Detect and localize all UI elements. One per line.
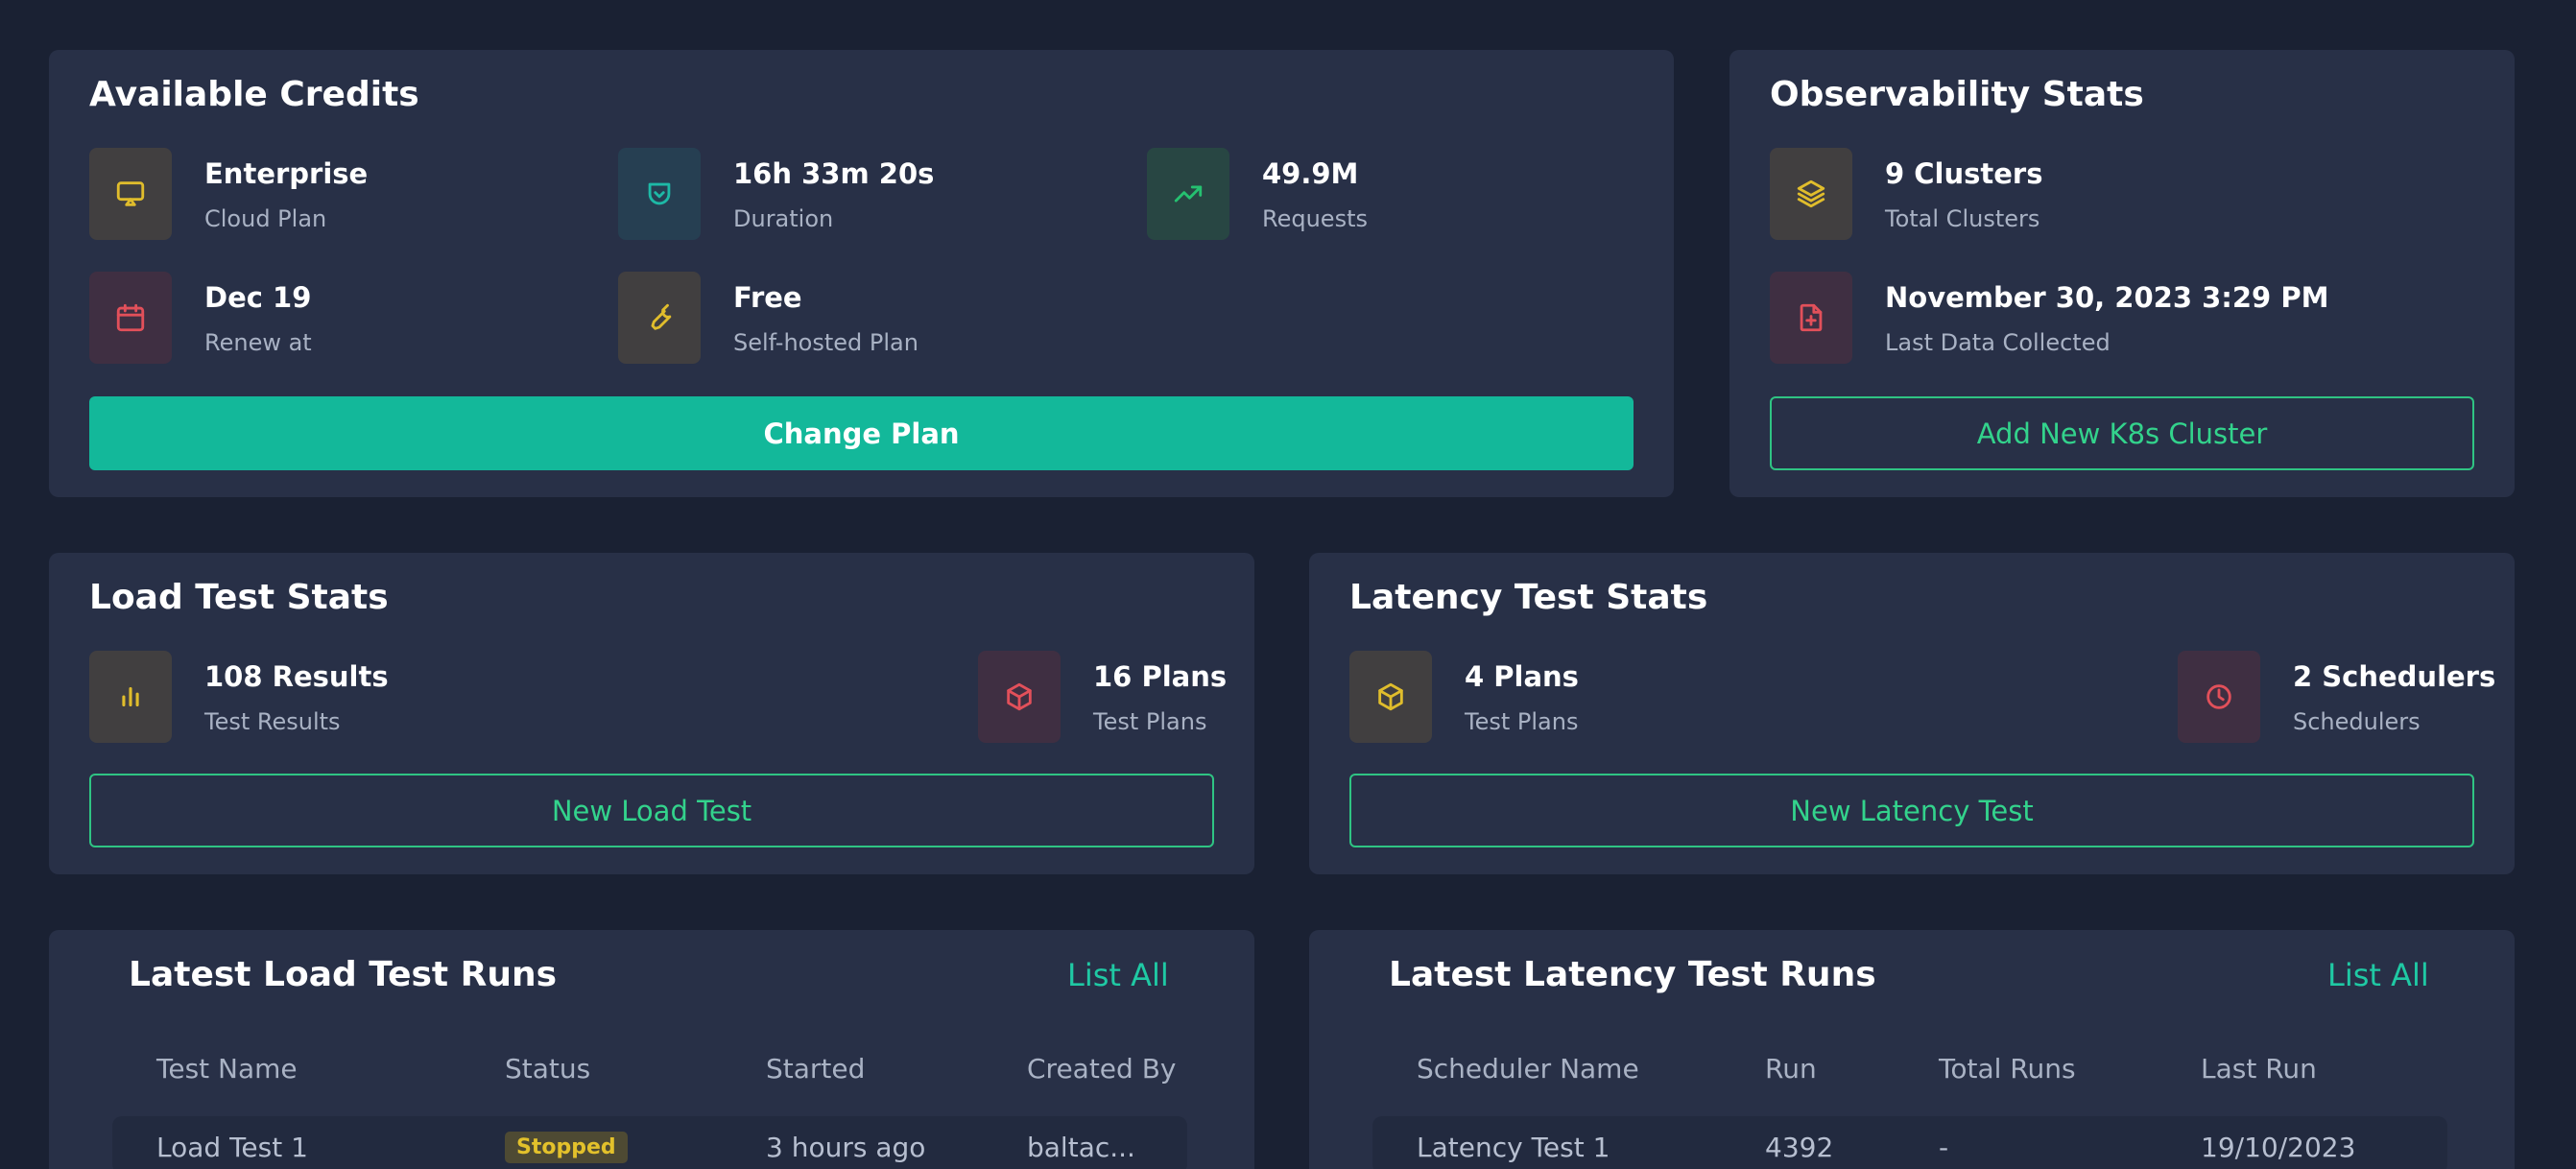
file-plus-icon <box>1770 272 1852 364</box>
column-header-run[interactable]: Run <box>1765 1053 1817 1085</box>
new-latency-test-button[interactable]: New Latency Test <box>1349 774 2474 847</box>
stat-value: 108 Results <box>204 660 389 693</box>
stat-label: Total Clusters <box>1885 205 2040 232</box>
layers-icon <box>1770 148 1852 240</box>
bar-chart-icon <box>89 651 172 743</box>
monitor-icon <box>89 148 172 240</box>
card-title: Available Credits <box>89 75 419 114</box>
stat-value: 9 Clusters <box>1885 157 2043 190</box>
stat-label: Test Plans <box>1093 708 1207 735</box>
cell-scheduler-name: Latency Test 1 <box>1417 1132 1610 1163</box>
cell-started: 3 hours ago <box>766 1132 926 1163</box>
shield-check-icon <box>618 148 701 240</box>
latest-load-test-runs-card: Latest Load Test Runs List All Test Name… <box>49 930 1254 1169</box>
clock-icon <box>2178 651 2260 743</box>
latest-latency-test-runs-card: Latest Latency Test Runs List All Schedu… <box>1309 930 2515 1169</box>
card-title: Latest Load Test Runs <box>129 955 558 994</box>
stat-value: 16h 33m 20s <box>733 157 935 190</box>
column-header-started[interactable]: Started <box>766 1053 865 1085</box>
observability-stats-card: Observability Stats 9 Clusters Total Clu… <box>1729 50 2515 497</box>
stat-test-plans: 4 Plans Test Plans <box>1349 651 1579 743</box>
stat-label: Renew at <box>204 329 312 356</box>
stat-self-hosted-plan: Free Self-hosted Plan <box>618 272 918 364</box>
list-all-link[interactable]: List All <box>1067 957 1169 993</box>
stat-value: Free <box>733 281 802 314</box>
stat-cloud-plan: Enterprise Cloud Plan <box>89 148 368 240</box>
calendar-icon <box>89 272 172 364</box>
wrench-icon <box>618 272 701 364</box>
available-credits-card: Available Credits Enterprise Cloud Plan … <box>49 50 1674 497</box>
column-header-scheduler-name[interactable]: Scheduler Name <box>1417 1053 1639 1085</box>
stat-value: 4 Plans <box>1465 660 1579 693</box>
stat-value: 16 Plans <box>1093 660 1228 693</box>
stat-label: Cloud Plan <box>204 205 327 232</box>
column-header-created-by[interactable]: Created By <box>1027 1053 1177 1085</box>
list-all-link[interactable]: List All <box>2327 957 2429 993</box>
stat-requests: 49.9M Requests <box>1147 148 1368 240</box>
stat-label: Requests <box>1262 205 1368 232</box>
column-header-total-runs[interactable]: Total Runs <box>1939 1053 2076 1085</box>
trending-up-icon <box>1147 148 1229 240</box>
stat-schedulers: 2 Schedulers Schedulers <box>2178 651 2495 743</box>
stat-test-results: 108 Results Test Results <box>89 651 389 743</box>
column-header-status[interactable]: Status <box>505 1053 590 1085</box>
box-icon <box>978 651 1061 743</box>
stat-duration: 16h 33m 20s Duration <box>618 148 934 240</box>
stat-last-data-collected: November 30, 2023 3:29 PM Last Data Coll… <box>1770 272 2328 364</box>
column-header-test-name[interactable]: Test Name <box>156 1053 298 1085</box>
latency-test-stats-card: Latency Test Stats 4 Plans Test Plans 2 … <box>1309 553 2515 874</box>
new-load-test-button[interactable]: New Load Test <box>89 774 1214 847</box>
cell-created-by: baltac... <box>1027 1132 1135 1163</box>
stat-value: November 30, 2023 3:29 PM <box>1885 281 2329 314</box>
stat-label: Last Data Collected <box>1885 329 2111 356</box>
stat-label: Test Plans <box>1465 708 1579 735</box>
cell-total-runs: - <box>1939 1132 1949 1163</box>
change-plan-button[interactable]: Change Plan <box>89 396 1634 470</box>
cell-test-name: Load Test 1 <box>156 1132 308 1163</box>
status-badge: Stopped <box>505 1132 628 1163</box>
column-header-last-run[interactable]: Last Run <box>2201 1053 2317 1085</box>
load-test-stats-card: Load Test Stats 108 Results Test Results… <box>49 553 1254 874</box>
card-title: Load Test Stats <box>89 578 389 617</box>
stat-value: 49.9M <box>1262 157 1359 190</box>
card-title: Latency Test Stats <box>1349 578 1708 617</box>
stat-test-plans: 16 Plans Test Plans <box>978 651 1227 743</box>
box-icon <box>1349 651 1432 743</box>
add-k8s-cluster-button[interactable]: Add New K8s Cluster <box>1770 396 2474 470</box>
card-title: Observability Stats <box>1770 75 2144 114</box>
cell-run: 4392 <box>1765 1132 1834 1163</box>
stat-label: Self-hosted Plan <box>733 329 918 356</box>
stat-value: Enterprise <box>204 157 369 190</box>
stat-label: Duration <box>733 205 834 232</box>
stat-total-clusters: 9 Clusters Total Clusters <box>1770 148 2043 240</box>
cell-last-run: 19/10/2023 <box>2201 1132 2356 1163</box>
stat-value: Dec 19 <box>204 281 312 314</box>
stat-label: Schedulers <box>2293 708 2421 735</box>
card-title: Latest Latency Test Runs <box>1389 955 1876 994</box>
stat-label: Test Results <box>204 708 341 735</box>
stat-renew-at: Dec 19 Renew at <box>89 272 312 364</box>
stat-value: 2 Schedulers <box>2293 660 2496 693</box>
